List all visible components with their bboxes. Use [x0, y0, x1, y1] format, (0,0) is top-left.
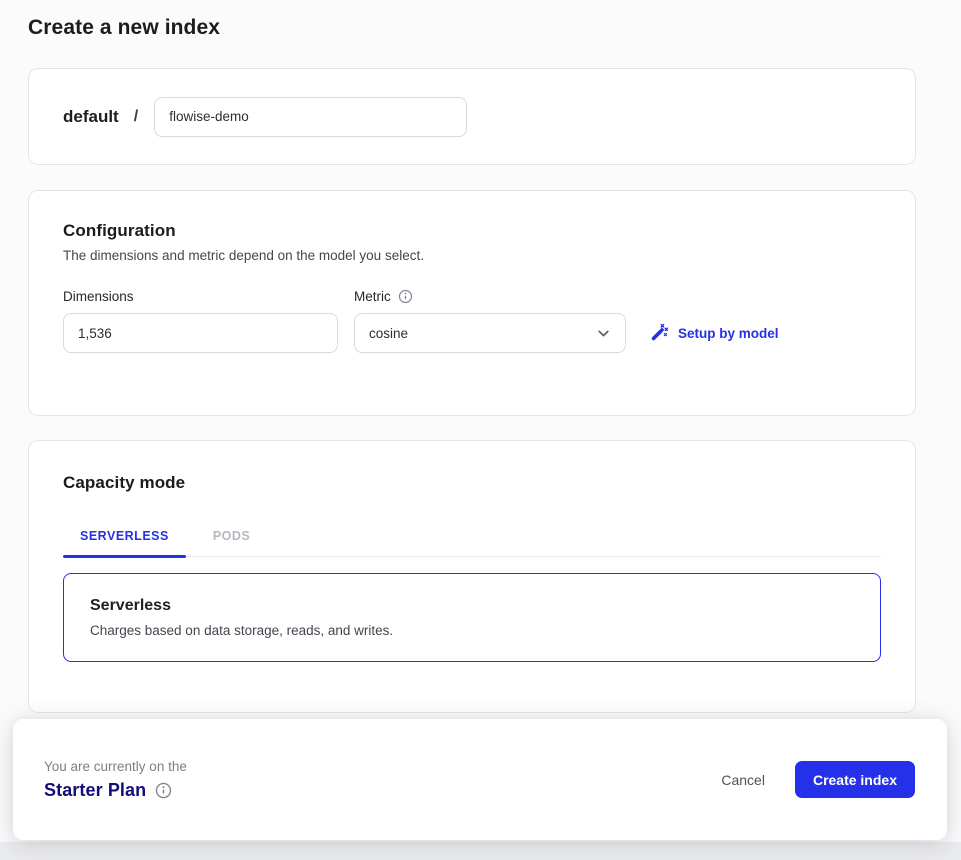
serverless-option-description: Charges based on data storage, reads, an… [90, 623, 854, 638]
capacity-mode-card: Capacity mode SERVERLESS PODS Serverless… [28, 440, 916, 713]
dimensions-label: Dimensions [63, 289, 338, 304]
cancel-button[interactable]: Cancel [705, 764, 781, 796]
serverless-option-title: Serverless [90, 597, 854, 615]
metric-field: Metric cosine [354, 289, 626, 353]
metric-selected-value: cosine [369, 326, 408, 341]
metric-label-row: Metric [354, 289, 626, 304]
project-name: default [63, 107, 119, 127]
dimensions-field: Dimensions [63, 289, 338, 353]
configuration-subtitle: The dimensions and metric depend on the … [63, 248, 881, 263]
capacity-mode-title: Capacity mode [29, 473, 915, 493]
index-name-row: default / [29, 69, 915, 164]
create-index-button[interactable]: Create index [795, 761, 915, 798]
plan-prefix-text: You are currently on the [44, 759, 187, 774]
plan-name: Starter Plan [44, 780, 146, 801]
tab-pods-label: PODS [213, 529, 250, 543]
page-title: Create a new index [28, 16, 220, 40]
page-bottom-strip [0, 842, 961, 860]
info-icon[interactable] [155, 782, 172, 799]
configuration-title: Configuration [63, 221, 881, 241]
index-name-card: default / [28, 68, 916, 165]
tab-serverless[interactable]: SERVERLESS [63, 520, 186, 556]
footer-actions: Cancel Create index [705, 761, 915, 798]
tab-pods[interactable]: PODS [196, 520, 267, 556]
setup-by-model-label: Setup by model [678, 326, 779, 341]
info-icon[interactable] [398, 289, 413, 304]
tab-serverless-label: SERVERLESS [80, 529, 169, 543]
create-index-page: Create a new index default / Configurati… [0, 0, 961, 860]
dimensions-input[interactable] [63, 313, 338, 353]
chevron-down-icon [595, 325, 612, 342]
metric-label: Metric [354, 289, 391, 304]
footer-action-bar: You are currently on the Starter Plan Ca… [13, 719, 947, 840]
configuration-card: Configuration The dimensions and metric … [28, 190, 916, 416]
setup-by-model-link[interactable]: Setup by model [649, 313, 779, 353]
configuration-fields-row: Dimensions Metric cosine [63, 289, 881, 353]
path-separator: / [134, 108, 138, 126]
plan-info: You are currently on the Starter Plan [44, 759, 187, 801]
capacity-tabs: SERVERLESS PODS [63, 520, 881, 557]
magic-wand-icon [649, 323, 669, 343]
index-name-input[interactable] [154, 97, 467, 137]
plan-name-row: Starter Plan [44, 780, 187, 801]
serverless-option-card[interactable]: Serverless Charges based on data storage… [63, 573, 881, 662]
metric-select[interactable]: cosine [354, 313, 626, 353]
